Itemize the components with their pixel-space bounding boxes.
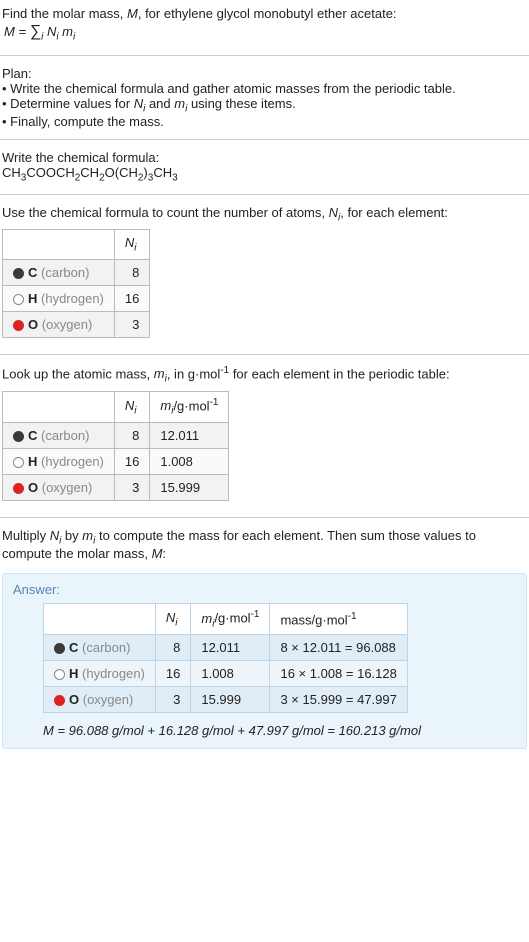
n-cell: 16 xyxy=(155,661,190,687)
count-section: Use the chemical formula to count the nu… xyxy=(0,199,529,350)
plan-section: Plan: • Write the chemical formula and g… xyxy=(0,60,529,136)
table-header-empty xyxy=(3,230,115,260)
answer-final: M = 96.088 g/mol + 16.128 g/mol + 47.997… xyxy=(43,723,516,738)
m-cell: 12.011 xyxy=(150,422,229,448)
oxygen-dot-icon xyxy=(54,695,65,706)
answer-box: Answer: Ni mi/g·mol-1 mass/g·mol-1 C (ca… xyxy=(2,573,527,749)
answer-label: Answer: xyxy=(13,582,516,597)
table-row: H (hydrogen) 16 xyxy=(3,285,150,311)
oxygen-dot-icon xyxy=(13,483,24,494)
table-row: H (hydrogen) 16 1.008 16 × 1.008 = 16.12… xyxy=(44,661,408,687)
m-cell: 1.008 xyxy=(191,661,270,687)
element-cell: C (carbon) xyxy=(3,259,115,285)
sum-formula: M = ∑i Ni mi xyxy=(2,21,527,45)
answer-table: Ni mi/g·mol-1 mass/g·mol-1 C (carbon) 8 … xyxy=(43,603,408,713)
table-row: C (carbon) 8 xyxy=(3,259,150,285)
element-cell: H (hydrogen) xyxy=(3,448,115,474)
m-cell: 15.999 xyxy=(191,687,270,713)
table-header-empty xyxy=(3,391,115,422)
carbon-dot-icon xyxy=(13,268,24,279)
plan-item-1: • Write the chemical formula and gather … xyxy=(2,81,527,96)
m-cell: 15.999 xyxy=(150,474,229,500)
element-cell: O (oxygen) xyxy=(44,687,156,713)
masses-section: Look up the atomic mass, mi, in g·mol-1 … xyxy=(0,359,529,513)
plan-item-2: • Determine values for Ni and mi using t… xyxy=(2,96,527,115)
table-header-m: mi/g·mol-1 xyxy=(191,604,270,635)
n-cell: 8 xyxy=(114,259,149,285)
table-header-empty xyxy=(44,604,156,635)
table-row: C (carbon) 8 12.011 8 × 12.011 = 96.088 xyxy=(44,635,408,661)
n-cell: 3 xyxy=(114,474,149,500)
carbon-dot-icon xyxy=(13,431,24,442)
formula-heading: Write the chemical formula: xyxy=(2,150,527,165)
count-table: Ni C (carbon) 8 H (hydrogen) 16 O (oxyge… xyxy=(2,229,150,338)
mass-cell: 16 × 1.008 = 16.128 xyxy=(270,661,407,687)
plan-item-3: • Finally, compute the mass. xyxy=(2,114,527,129)
n-cell: 16 xyxy=(114,448,149,474)
intro-line: Find the molar mass, M, for ethylene gly… xyxy=(2,6,527,21)
element-cell: O (oxygen) xyxy=(3,311,115,337)
element-cell: O (oxygen) xyxy=(3,474,115,500)
table-row: O (oxygen) 3 15.999 3 × 15.999 = 47.997 xyxy=(44,687,408,713)
instruction-section: Multiply Ni by mi to compute the mass fo… xyxy=(0,522,529,568)
mass-cell: 8 × 12.011 = 96.088 xyxy=(270,635,407,661)
table-row: O (oxygen) 3 xyxy=(3,311,150,337)
table-header-n: Ni xyxy=(114,391,149,422)
table-header-mass: mass/g·mol-1 xyxy=(270,604,407,635)
hydrogen-dot-icon xyxy=(13,294,24,305)
table-row: C (carbon) 8 12.011 xyxy=(3,422,229,448)
masses-heading: Look up the atomic mass, mi, in g·mol-1 … xyxy=(2,365,527,385)
table-row: H (hydrogen) 16 1.008 xyxy=(3,448,229,474)
oxygen-dot-icon xyxy=(13,320,24,331)
n-cell: 3 xyxy=(155,687,190,713)
plan-heading: Plan: xyxy=(2,66,527,81)
table-header-n: Ni xyxy=(155,604,190,635)
n-cell: 16 xyxy=(114,285,149,311)
masses-table: Ni mi/g·mol-1 C (carbon) 8 12.011 H (hyd… xyxy=(2,391,229,501)
table-header-n: Ni xyxy=(114,230,149,260)
carbon-dot-icon xyxy=(54,643,65,654)
formula-section: Write the chemical formula: CH3COOCH2CH2… xyxy=(0,144,529,190)
element-cell: C (carbon) xyxy=(3,422,115,448)
element-cell: C (carbon) xyxy=(44,635,156,661)
table-row: O (oxygen) 3 15.999 xyxy=(3,474,229,500)
element-cell: H (hydrogen) xyxy=(3,285,115,311)
hydrogen-dot-icon xyxy=(54,669,65,680)
n-cell: 8 xyxy=(114,422,149,448)
mass-cell: 3 × 15.999 = 47.997 xyxy=(270,687,407,713)
m-cell: 1.008 xyxy=(150,448,229,474)
n-cell: 8 xyxy=(155,635,190,661)
hydrogen-dot-icon xyxy=(13,457,24,468)
element-cell: H (hydrogen) xyxy=(44,661,156,687)
chemical-formula: CH3COOCH2CH2O(CH2)3CH3 xyxy=(2,165,527,184)
intro-section: Find the molar mass, M, for ethylene gly… xyxy=(0,0,529,51)
n-cell: 3 xyxy=(114,311,149,337)
m-cell: 12.011 xyxy=(191,635,270,661)
table-header-m: mi/g·mol-1 xyxy=(150,391,229,422)
count-heading: Use the chemical formula to count the nu… xyxy=(2,205,527,224)
